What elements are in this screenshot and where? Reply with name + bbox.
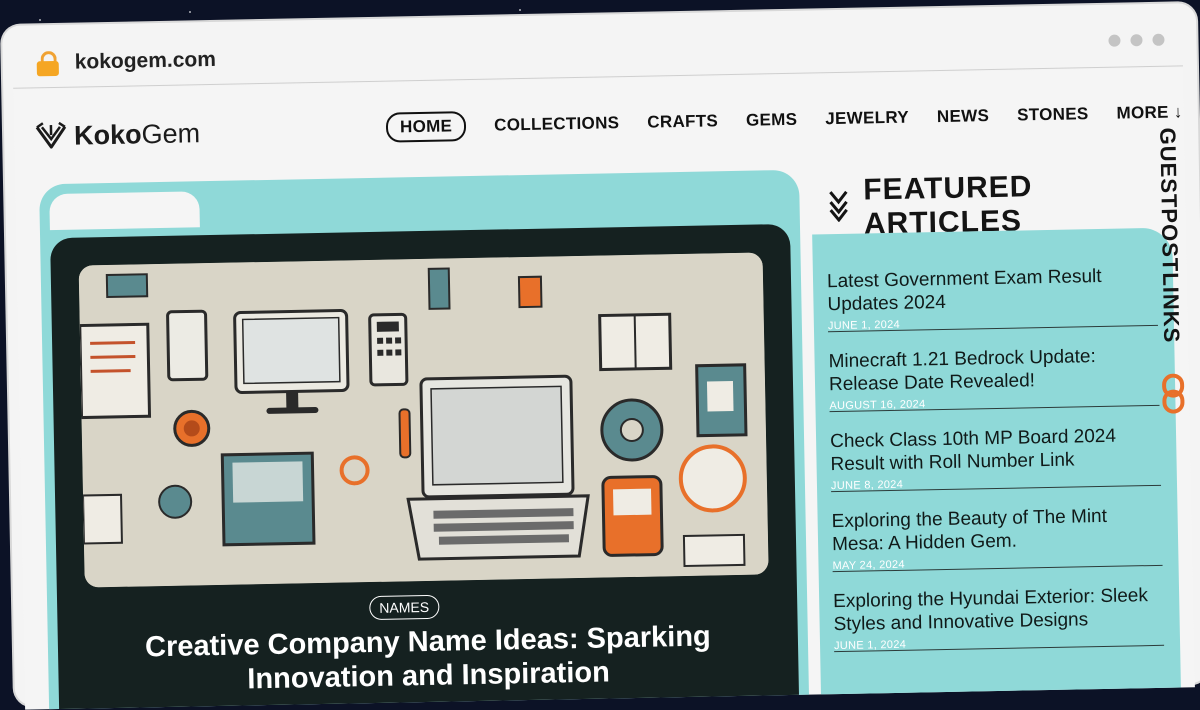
featured-panel: Latest Government Exam Result Updates 20… bbox=[812, 227, 1182, 705]
lock-icon bbox=[36, 50, 59, 77]
nav-item-more[interactable]: MORE ↓ bbox=[1116, 102, 1182, 123]
url-text[interactable]: kokogem.com bbox=[74, 48, 216, 75]
main-nav: HOME COLLECTIONS CRAFTS GEMS JEWELRY NEW… bbox=[385, 97, 1183, 143]
featured-item-date: JUNE 8, 2024 bbox=[830, 478, 904, 493]
main-article-title[interactable]: Creative Company Name Ideas: Sparking In… bbox=[88, 618, 769, 699]
main-article-card[interactable]: NAMES Creative Company Name Ideas: Spark… bbox=[50, 223, 800, 710]
featured-item-title[interactable]: Check Class 10th MP Board 2024 Result wi… bbox=[830, 424, 1161, 476]
window-dot-icon[interactable] bbox=[1108, 34, 1121, 47]
featured-item[interactable]: Latest Government Exam Result Updates 20… bbox=[826, 257, 1158, 333]
featured-item-date: JUNE 1, 2024 bbox=[833, 638, 907, 653]
double-chevron-down-icon bbox=[829, 190, 848, 223]
office-illustration-image bbox=[78, 252, 769, 588]
featured-item-date: JUNE 1, 2024 bbox=[827, 318, 901, 333]
nav-item-crafts[interactable]: CRAFTS bbox=[647, 111, 718, 132]
guestpostlinks-watermark: GUESTPOSTLINKS bbox=[1154, 127, 1188, 427]
panel-tab bbox=[49, 191, 200, 231]
featured-item-title[interactable]: Exploring the Beauty of The Mint Mesa: A… bbox=[831, 504, 1162, 556]
web-page: KokoGem HOME COLLECTIONS CRAFTS GEMS JEW… bbox=[13, 67, 1195, 710]
site-logo[interactable]: KokoGem bbox=[34, 116, 201, 153]
featured-item[interactable]: Exploring the Hyundai Exterior: Sleek St… bbox=[832, 577, 1165, 653]
link-icon bbox=[1162, 373, 1185, 414]
article-hero-image[interactable] bbox=[78, 252, 769, 588]
nav-item-jewelry[interactable]: JEWELRY bbox=[825, 108, 909, 130]
featured-item[interactable]: Exploring the Beauty of The Mint Mesa: A… bbox=[831, 497, 1163, 573]
browser-window: kokogem.com KokoGem HOME COLLECTIONS CRA… bbox=[2, 3, 1200, 710]
nav-item-news[interactable]: NEWS bbox=[937, 106, 990, 127]
featured-item-title[interactable]: Minecraft 1.21 Bedrock Update: Release D… bbox=[828, 344, 1159, 396]
window-dot-icon[interactable] bbox=[1130, 34, 1143, 47]
category-tag[interactable]: NAMES bbox=[369, 594, 440, 621]
nav-item-stones[interactable]: STONES bbox=[1017, 104, 1089, 125]
featured-item-title[interactable]: Latest Government Exam Result Updates 20… bbox=[827, 264, 1158, 316]
main-feature-panel: NAMES Creative Company Name Ideas: Spark… bbox=[39, 169, 810, 710]
featured-item-date: MAY 24, 2024 bbox=[832, 558, 905, 573]
featured-list: Latest Government Exam Result Updates 20… bbox=[826, 257, 1165, 664]
featured-item-date: AUGUST 16, 2024 bbox=[829, 398, 926, 413]
nav-item-gems[interactable]: GEMS bbox=[746, 110, 798, 131]
nav-item-home[interactable]: HOME bbox=[385, 111, 467, 143]
nav-item-collections[interactable]: COLLECTIONS bbox=[494, 113, 620, 135]
site-logo-text: KokoGem bbox=[73, 117, 201, 151]
featured-item[interactable]: Check Class 10th MP Board 2024 Result wi… bbox=[829, 417, 1162, 493]
window-dot-icon[interactable] bbox=[1152, 33, 1165, 46]
gem-logo-icon bbox=[35, 121, 67, 149]
featured-item[interactable]: Minecraft 1.21 Bedrock Update: Release D… bbox=[828, 337, 1160, 413]
featured-item-title[interactable]: Exploring the Hyundai Exterior: Sleek St… bbox=[833, 584, 1164, 636]
window-controls bbox=[1108, 33, 1165, 47]
